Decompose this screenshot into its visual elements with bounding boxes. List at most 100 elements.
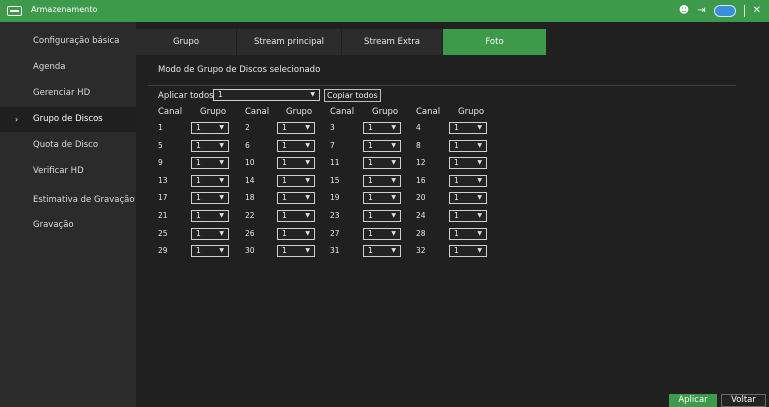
sidebar-item-configuracao-basica[interactable]: Configuração básica (0, 29, 136, 54)
chevron-down-icon: ▼ (305, 229, 310, 237)
column-header-canal: Canal (158, 107, 183, 117)
group-select[interactable]: 1 ▼ (277, 210, 315, 222)
group-select-value: 1 (368, 158, 373, 168)
apply-button[interactable]: Aplicar (669, 394, 717, 407)
chevron-right-icon: › (15, 115, 19, 124)
sidebar-item-grupo-de-discos[interactable]: › Grupo de Discos (0, 107, 136, 132)
group-select[interactable]: 1 ▼ (277, 157, 315, 170)
tab-foto[interactable]: Foto (443, 29, 546, 55)
chevron-down-icon: ▼ (477, 229, 482, 237)
group-select[interactable]: 1 ▼ (363, 122, 401, 134)
apply-all-value: 1 (218, 90, 223, 99)
group-select-value: 1 (368, 211, 373, 220)
channel-number: 20 (416, 193, 426, 203)
sidebar: Configuração básica Agenda Gerenciar HD … (0, 22, 136, 407)
sidebar-item-label: Verificar HD (33, 166, 84, 176)
group-select-value: 1 (196, 228, 201, 238)
group-select[interactable]: 1 ▼ (449, 122, 487, 134)
tab-grupo[interactable]: Grupo (136, 29, 236, 55)
channel-number: 23 (330, 211, 340, 220)
chevron-down-icon: ▼ (391, 159, 396, 167)
chevron-down-icon: ▼ (219, 124, 224, 131)
chevron-down-icon: ▼ (391, 194, 396, 202)
group-select[interactable]: 1 ▼ (277, 139, 315, 152)
chevron-down-icon: ▼ (305, 159, 310, 167)
group-select[interactable]: 1 ▼ (277, 122, 315, 134)
tab-stream-extra[interactable]: Stream Extra (342, 29, 442, 55)
group-select-value: 1 (282, 246, 287, 256)
channel-number: 1 (158, 123, 163, 132)
group-select[interactable]: 1 ▼ (449, 157, 487, 170)
group-select-value: 1 (454, 158, 459, 168)
group-select[interactable]: 1 ▼ (277, 227, 315, 240)
group-select[interactable]: 1 ▼ (363, 245, 401, 258)
group-select[interactable]: 1 ▼ (363, 210, 401, 222)
group-select[interactable]: 1 ▼ (363, 174, 401, 187)
sidebar-item-verificar-hd[interactable]: Verificar HD (0, 159, 136, 184)
sidebar-item-quota-de-disco[interactable]: Quota de Disco (0, 133, 136, 158)
group-select[interactable]: 1 ▼ (363, 157, 401, 170)
sidebar-item-gerenciar-hd[interactable]: Gerenciar HD (0, 81, 136, 106)
group-select-value: 1 (196, 140, 201, 150)
group-select[interactable]: 1 ▼ (449, 139, 487, 152)
sidebar-item-agenda[interactable]: Agenda (0, 55, 136, 80)
group-select[interactable]: 1 ▼ (277, 245, 315, 258)
group-select-value: 1 (196, 211, 201, 220)
user-settings-icon[interactable]: ☻ (679, 3, 689, 19)
sidebar-item-gravacao[interactable]: Gravação (0, 213, 136, 238)
group-select[interactable]: 1 ▼ (449, 245, 487, 258)
close-icon[interactable]: ✕ (753, 3, 761, 19)
group-select[interactable]: 1 ▼ (449, 210, 487, 222)
apply-all-select[interactable]: 1 ▼ (213, 89, 320, 101)
chevron-down-icon: ▼ (219, 247, 224, 255)
group-select[interactable]: 1 ▼ (191, 227, 229, 240)
group-select[interactable]: 1 ▼ (449, 192, 487, 205)
apply-all-label: Aplicar todos (158, 91, 214, 101)
group-select[interactable]: 1 ▼ (449, 174, 487, 187)
group-select[interactable]: 1 ▼ (191, 210, 229, 222)
channel-number: 5 (158, 140, 163, 150)
group-select[interactable]: 1 ▼ (277, 192, 315, 205)
group-select[interactable]: 1 ▼ (277, 174, 315, 187)
chevron-down-icon: ▼ (219, 159, 224, 167)
channel-number: 18 (245, 193, 255, 203)
sidebar-item-estimativa-de-gravacao[interactable]: Estimativa de Gravação (0, 188, 136, 213)
group-select[interactable]: 1 ▼ (191, 174, 229, 187)
chevron-down-icon: ▼ (391, 229, 396, 237)
group-select-value: 1 (282, 123, 287, 132)
group-select[interactable]: 1 ▼ (363, 139, 401, 152)
group-select[interactable]: 1 ▼ (363, 192, 401, 205)
chevron-down-icon: ▼ (477, 159, 482, 167)
group-select-value: 1 (368, 175, 373, 185)
column-header-grupo: Grupo (458, 107, 485, 117)
back-button[interactable]: Voltar (721, 394, 766, 407)
group-select[interactable]: 1 ▼ (191, 157, 229, 170)
group-select[interactable]: 1 ▼ (449, 227, 487, 240)
channel-number: 21 (158, 211, 168, 220)
channel-number: 28 (416, 228, 426, 238)
storage-icon (7, 6, 22, 16)
group-select-value: 1 (454, 123, 459, 132)
tab-stream-principal[interactable]: Stream principal (237, 29, 341, 55)
tab-bar: Grupo Stream principal Stream Extra Foto (136, 29, 769, 55)
channel-number: 13 (158, 175, 168, 185)
channel-number: 22 (245, 211, 255, 220)
group-select-value: 1 (368, 123, 373, 132)
group-select-value: 1 (282, 175, 287, 185)
chevron-down-icon: ▼ (391, 141, 396, 149)
group-select[interactable]: 1 ▼ (191, 192, 229, 205)
chevron-down-icon: ▼ (477, 124, 482, 131)
column-header-canal: Canal (416, 107, 441, 117)
channel-number: 29 (158, 246, 168, 256)
group-select[interactable]: 1 ▼ (363, 227, 401, 240)
chevron-down-icon: ▼ (391, 176, 396, 184)
logout-icon[interactable]: ⇥ (697, 3, 705, 19)
chevron-down-icon: ▼ (305, 141, 310, 149)
copy-all-button[interactable]: Copiar todos (324, 89, 381, 102)
cloud-status-icon[interactable] (713, 5, 736, 17)
group-select[interactable]: 1 ▼ (191, 139, 229, 152)
channel-number: 14 (245, 175, 255, 185)
group-select[interactable]: 1 ▼ (191, 122, 229, 134)
channel-number: 7 (330, 140, 335, 150)
group-select[interactable]: 1 ▼ (191, 245, 229, 258)
